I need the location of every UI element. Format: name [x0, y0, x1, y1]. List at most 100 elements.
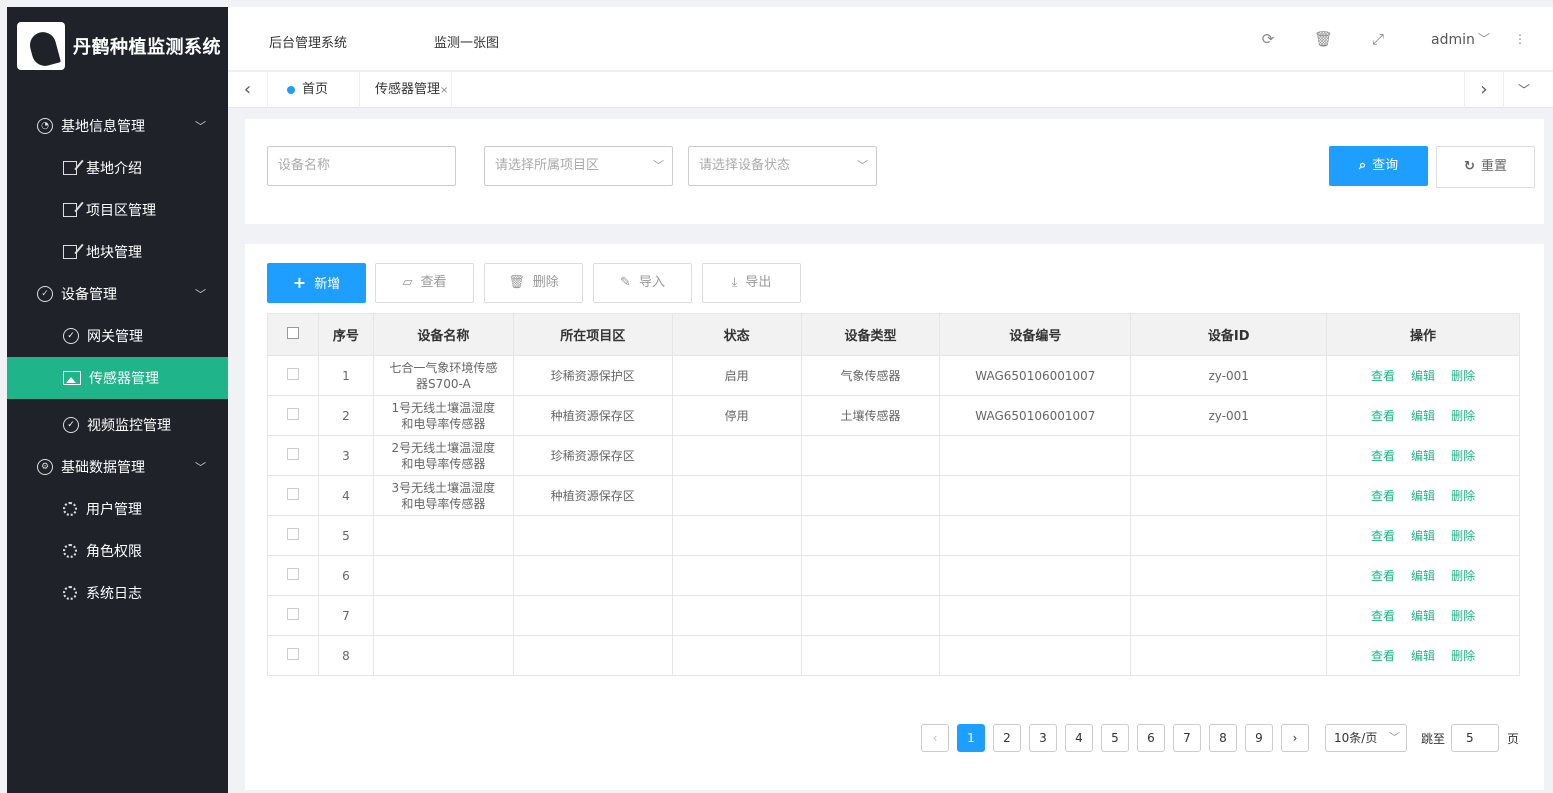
- row-delete-link[interactable]: 删除: [1451, 369, 1475, 383]
- cell-actions: 查看 编辑 删除: [1326, 635, 1520, 676]
- page-size-select[interactable]: 10条/页 ﹀: [1325, 724, 1407, 752]
- row-delete-link[interactable]: 删除: [1451, 609, 1475, 623]
- tab-scroll-left-icon[interactable]: ‹: [228, 72, 268, 108]
- search-panel: 设备名称 请选择所属项目区 ﹀ 请选择设备状态 ﹀ ⌕ 查询 ↻ 重置: [245, 119, 1544, 224]
- row-view-link[interactable]: 查看: [1371, 569, 1395, 583]
- cell-name: [372, 595, 514, 636]
- trash-icon[interactable]: 🗑: [1314, 31, 1333, 47]
- row-edit-link[interactable]: 编辑: [1411, 529, 1435, 543]
- row-delete-link[interactable]: 删除: [1451, 489, 1475, 503]
- query-button[interactable]: ⌕ 查询: [1329, 146, 1428, 186]
- row-edit-link[interactable]: 编辑: [1411, 449, 1435, 463]
- sidebar-group-basic-data[interactable]: ⚙ 基础数据管理 ﹀: [7, 446, 228, 488]
- user-name[interactable]: admin: [1431, 32, 1475, 48]
- page-button[interactable]: 8: [1209, 724, 1237, 752]
- row-view-link[interactable]: 查看: [1371, 409, 1395, 423]
- tab-scroll-right-icon[interactable]: ›: [1464, 72, 1504, 108]
- select-all-checkbox[interactable]: [286, 326, 299, 339]
- select-all-cell: [267, 313, 319, 356]
- page-list: 123456789: [957, 724, 1281, 752]
- row-edit-link[interactable]: 编辑: [1411, 409, 1435, 423]
- row-checkbox[interactable]: [286, 607, 299, 620]
- jump-page-input[interactable]: 5: [1451, 724, 1500, 752]
- page-button[interactable]: 2: [993, 724, 1021, 752]
- row-checkbox[interactable]: [286, 447, 299, 460]
- sidebar-item-sensor[interactable]: 传感器管理: [7, 357, 228, 399]
- chevron-down-icon: ﹀: [195, 288, 206, 301]
- sidebar-item-gateway[interactable]: ✓ 网关管理: [7, 315, 228, 357]
- sidebar-item-base-intro[interactable]: 基地介绍: [7, 147, 228, 189]
- tab-menu-chevron-down-icon[interactable]: ﹀: [1504, 72, 1544, 108]
- device-status-select[interactable]: 请选择设备状态 ﹀: [688, 146, 877, 186]
- row-view-link[interactable]: 查看: [1371, 369, 1395, 383]
- row-checkbox[interactable]: [286, 647, 299, 660]
- add-button[interactable]: + 新增: [267, 263, 366, 303]
- row-checkbox[interactable]: [286, 407, 299, 420]
- chevron-down-icon: ﹀: [857, 159, 868, 172]
- cell-status: [671, 595, 802, 636]
- next-page-button[interactable]: ›: [1281, 724, 1309, 752]
- row-view-link[interactable]: 查看: [1371, 449, 1395, 463]
- sidebar-item-project-area[interactable]: 项目区管理: [7, 189, 228, 231]
- nav-admin-system[interactable]: 后台管理系统: [269, 32, 347, 51]
- sidebar-item-role[interactable]: 角色权限: [7, 530, 228, 572]
- row-checkbox[interactable]: [286, 567, 299, 580]
- page-button[interactable]: 7: [1173, 724, 1201, 752]
- row-edit-link[interactable]: 编辑: [1411, 489, 1435, 503]
- row-view-link[interactable]: 查看: [1371, 489, 1395, 503]
- more-icon[interactable]: ⋮: [1512, 31, 1528, 47]
- page-button[interactable]: 6: [1137, 724, 1165, 752]
- prev-page-button[interactable]: ‹: [921, 724, 949, 752]
- sidebar-item-user[interactable]: 用户管理: [7, 488, 228, 530]
- page-button[interactable]: 1: [957, 724, 985, 752]
- chevron-down-icon: ﹀: [195, 461, 206, 474]
- page-button[interactable]: 9: [1245, 724, 1273, 752]
- row-edit-link[interactable]: 编辑: [1411, 609, 1435, 623]
- col-header-area: 所在项目区: [512, 313, 673, 356]
- sidebar-group-device[interactable]: ✓ 设备管理 ﹀: [7, 273, 228, 315]
- row-checkbox[interactable]: [286, 487, 299, 500]
- refresh-icon[interactable]: ⟳: [1260, 31, 1276, 47]
- cell-no: 2: [317, 395, 374, 436]
- cell-actions: 查看 编辑 删除: [1326, 475, 1520, 516]
- sidebar-item-log[interactable]: 系统日志: [7, 572, 228, 614]
- view-button[interactable]: ▱ 查看: [375, 263, 474, 303]
- row-edit-link[interactable]: 编辑: [1411, 649, 1435, 663]
- chevron-down-icon: ﹀: [1389, 731, 1400, 744]
- row-delete-link[interactable]: 删除: [1451, 409, 1475, 423]
- row-delete-link[interactable]: 删除: [1451, 529, 1475, 543]
- row-view-link[interactable]: 查看: [1371, 649, 1395, 663]
- row-view-link[interactable]: 查看: [1371, 529, 1395, 543]
- row-edit-link[interactable]: 编辑: [1411, 369, 1435, 383]
- tab-sensor-management[interactable]: 传感器管理×: [362, 72, 452, 108]
- top-header: 后台管理系统 监测一张图 ⟳ 🗑 ⤢ admin ﹀ ⋮: [228, 7, 1553, 71]
- export-button[interactable]: ⤓ 导出: [702, 263, 801, 303]
- row-edit-link[interactable]: 编辑: [1411, 569, 1435, 583]
- row-checkbox[interactable]: [286, 527, 299, 540]
- reset-button[interactable]: ↻ 重置: [1436, 146, 1535, 188]
- close-icon[interactable]: ×: [440, 85, 448, 96]
- row-checkbox[interactable]: [286, 367, 299, 380]
- row-delete-link[interactable]: 删除: [1451, 449, 1475, 463]
- chevron-down-icon[interactable]: ﹀: [1476, 31, 1492, 47]
- row-delete-link[interactable]: 删除: [1451, 569, 1475, 583]
- sidebar-item-video[interactable]: ✓ 视频监控管理: [7, 404, 228, 446]
- cell-name: 七合一气象环境传感器S700-A: [372, 355, 514, 396]
- page-button[interactable]: 4: [1065, 724, 1093, 752]
- page-button[interactable]: 3: [1029, 724, 1057, 752]
- row-delete-link[interactable]: 删除: [1451, 649, 1475, 663]
- project-area-select[interactable]: 请选择所属项目区 ﹀: [484, 146, 673, 186]
- import-button[interactable]: ✎ 导入: [593, 263, 692, 303]
- delete-button[interactable]: 🗑 删除: [484, 263, 583, 303]
- col-header-name: 设备名称: [372, 313, 514, 356]
- cell-status: [671, 435, 802, 476]
- row-view-link[interactable]: 查看: [1371, 609, 1395, 623]
- select-placeholder: 请选择设备状态: [699, 158, 791, 173]
- page-button[interactable]: 5: [1101, 724, 1129, 752]
- device-name-input[interactable]: 设备名称: [267, 146, 456, 186]
- nav-monitor-map[interactable]: 监测一张图: [434, 32, 499, 51]
- tab-home[interactable]: 首页: [270, 72, 360, 108]
- sidebar-group-base-info[interactable]: ◔ 基地信息管理 ﹀: [7, 105, 228, 147]
- sidebar-item-plot[interactable]: 地块管理: [7, 231, 228, 273]
- fullscreen-icon[interactable]: ⤢: [1370, 31, 1386, 47]
